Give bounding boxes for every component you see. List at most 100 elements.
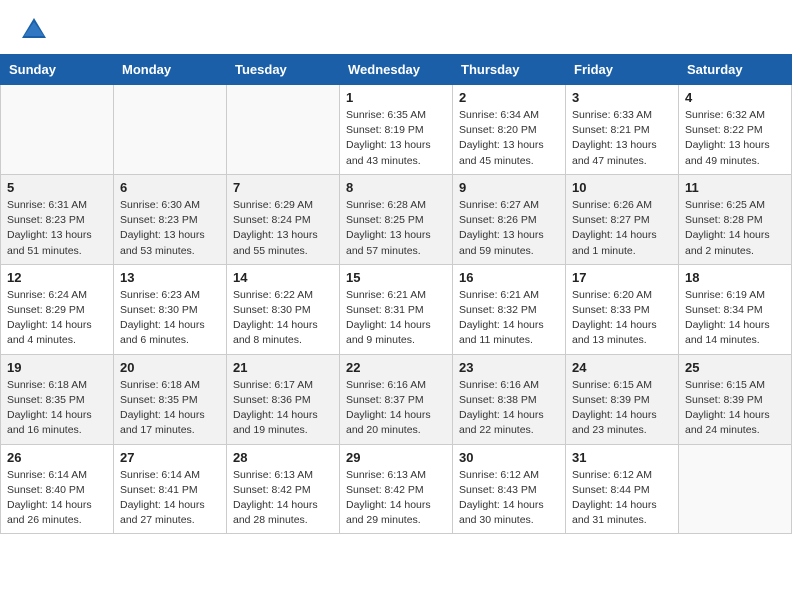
table-row: 15 Sunrise: 6:21 AM Sunset: 8:31 PM Dayli… xyxy=(340,264,453,354)
day-number: 17 xyxy=(572,270,672,285)
day-info: Sunrise: 6:14 AM Sunset: 8:40 PM Dayligh… xyxy=(7,468,107,529)
day-number: 11 xyxy=(685,180,785,195)
day-info: Sunrise: 6:35 AM Sunset: 8:19 PM Dayligh… xyxy=(346,108,446,169)
day-number: 6 xyxy=(120,180,220,195)
table-row xyxy=(227,85,340,175)
table-row: 18 Sunrise: 6:19 AM Sunset: 8:34 PM Dayli… xyxy=(679,264,792,354)
table-row: 29Sunrise: 6:13 AM Sunset: 8:42 PM Dayli… xyxy=(340,444,453,534)
day-number: 24 xyxy=(572,360,672,375)
day-number: 8 xyxy=(346,180,446,195)
table-row: 12 Sunrise: 6:24 AM Sunset: 8:29 PM Dayli… xyxy=(1,264,114,354)
day-info: Sunrise: 6:29 AM Sunset: 8:24 PM Dayligh… xyxy=(233,198,333,259)
table-row xyxy=(114,85,227,175)
day-number: 20 xyxy=(120,360,220,375)
col-header-tuesday: Tuesday xyxy=(227,55,340,85)
day-number: 25 xyxy=(685,360,785,375)
day-info: Sunrise: 6:24 AM Sunset: 8:29 PM Dayligh… xyxy=(7,288,107,349)
day-info: Sunrise: 6:18 AM Sunset: 8:35 PM Dayligh… xyxy=(7,378,107,439)
day-info: Sunrise: 6:20 AM Sunset: 8:33 PM Dayligh… xyxy=(572,288,672,349)
day-info: Sunrise: 6:18 AM Sunset: 8:35 PM Dayligh… xyxy=(120,378,220,439)
calendar-week-row: 5 Sunrise: 6:31 AM Sunset: 8:23 PM Daylig… xyxy=(1,174,792,264)
table-row xyxy=(1,85,114,175)
day-number: 4 xyxy=(685,90,785,105)
day-number: 26 xyxy=(7,450,107,465)
table-row: 9 Sunrise: 6:27 AM Sunset: 8:26 PM Daylig… xyxy=(453,174,566,264)
day-info: Sunrise: 6:17 AM Sunset: 8:36 PM Dayligh… xyxy=(233,378,333,439)
day-info: Sunrise: 6:32 AM Sunset: 8:22 PM Dayligh… xyxy=(685,108,785,169)
page-header xyxy=(0,0,792,54)
day-info: Sunrise: 6:28 AM Sunset: 8:25 PM Dayligh… xyxy=(346,198,446,259)
day-number: 28 xyxy=(233,450,333,465)
day-number: 22 xyxy=(346,360,446,375)
day-info: Sunrise: 6:19 AM Sunset: 8:34 PM Dayligh… xyxy=(685,288,785,349)
calendar-week-row: 12 Sunrise: 6:24 AM Sunset: 8:29 PM Dayli… xyxy=(1,264,792,354)
day-info: Sunrise: 6:30 AM Sunset: 8:23 PM Dayligh… xyxy=(120,198,220,259)
table-row xyxy=(679,444,792,534)
day-number: 30 xyxy=(459,450,559,465)
logo xyxy=(20,16,52,44)
col-header-friday: Friday xyxy=(566,55,679,85)
day-info: Sunrise: 6:26 AM Sunset: 8:27 PM Dayligh… xyxy=(572,198,672,259)
day-number: 2 xyxy=(459,90,559,105)
table-row: 8 Sunrise: 6:28 AM Sunset: 8:25 PM Daylig… xyxy=(340,174,453,264)
day-number: 18 xyxy=(685,270,785,285)
day-info: Sunrise: 6:22 AM Sunset: 8:30 PM Dayligh… xyxy=(233,288,333,349)
col-header-monday: Monday xyxy=(114,55,227,85)
day-number: 19 xyxy=(7,360,107,375)
table-row: 19 Sunrise: 6:18 AM Sunset: 8:35 PM Dayli… xyxy=(1,354,114,444)
day-number: 7 xyxy=(233,180,333,195)
day-info: Sunrise: 6:33 AM Sunset: 8:21 PM Dayligh… xyxy=(572,108,672,169)
day-number: 23 xyxy=(459,360,559,375)
table-row: 7 Sunrise: 6:29 AM Sunset: 8:24 PM Daylig… xyxy=(227,174,340,264)
table-row: 25 Sunrise: 6:15 AM Sunset: 8:39 PM Dayli… xyxy=(679,354,792,444)
col-header-saturday: Saturday xyxy=(679,55,792,85)
day-info: Sunrise: 6:15 AM Sunset: 8:39 PM Dayligh… xyxy=(572,378,672,439)
calendar-week-row: 1Sunrise: 6:35 AM Sunset: 8:19 PM Daylig… xyxy=(1,85,792,175)
table-row: 21Sunrise: 6:17 AM Sunset: 8:36 PM Dayli… xyxy=(227,354,340,444)
table-row: 28Sunrise: 6:13 AM Sunset: 8:42 PM Dayli… xyxy=(227,444,340,534)
day-number: 9 xyxy=(459,180,559,195)
day-info: Sunrise: 6:21 AM Sunset: 8:32 PM Dayligh… xyxy=(459,288,559,349)
col-header-sunday: Sunday xyxy=(1,55,114,85)
table-row: 17 Sunrise: 6:20 AM Sunset: 8:33 PM Dayli… xyxy=(566,264,679,354)
day-info: Sunrise: 6:12 AM Sunset: 8:44 PM Dayligh… xyxy=(572,468,672,529)
table-row: 22Sunrise: 6:16 AM Sunset: 8:37 PM Dayli… xyxy=(340,354,453,444)
day-number: 5 xyxy=(7,180,107,195)
table-row: 4 Sunrise: 6:32 AM Sunset: 8:22 PM Daylig… xyxy=(679,85,792,175)
day-info: Sunrise: 6:14 AM Sunset: 8:41 PM Dayligh… xyxy=(120,468,220,529)
day-number: 27 xyxy=(120,450,220,465)
calendar-week-row: 19 Sunrise: 6:18 AM Sunset: 8:35 PM Dayli… xyxy=(1,354,792,444)
col-header-wednesday: Wednesday xyxy=(340,55,453,85)
table-row: 2 Sunrise: 6:34 AM Sunset: 8:20 PM Daylig… xyxy=(453,85,566,175)
table-row: 14 Sunrise: 6:22 AM Sunset: 8:30 PM Dayli… xyxy=(227,264,340,354)
day-info: Sunrise: 6:27 AM Sunset: 8:26 PM Dayligh… xyxy=(459,198,559,259)
table-row: 20 Sunrise: 6:18 AM Sunset: 8:35 PM Dayli… xyxy=(114,354,227,444)
table-row: 23 Sunrise: 6:16 AM Sunset: 8:38 PM Dayli… xyxy=(453,354,566,444)
table-row: 6 Sunrise: 6:30 AM Sunset: 8:23 PM Daylig… xyxy=(114,174,227,264)
day-number: 12 xyxy=(7,270,107,285)
table-row: 5 Sunrise: 6:31 AM Sunset: 8:23 PM Daylig… xyxy=(1,174,114,264)
day-info: Sunrise: 6:31 AM Sunset: 8:23 PM Dayligh… xyxy=(7,198,107,259)
day-info: Sunrise: 6:23 AM Sunset: 8:30 PM Dayligh… xyxy=(120,288,220,349)
table-row: 16 Sunrise: 6:21 AM Sunset: 8:32 PM Dayli… xyxy=(453,264,566,354)
table-row: 27 Sunrise: 6:14 AM Sunset: 8:41 PM Dayli… xyxy=(114,444,227,534)
day-info: Sunrise: 6:15 AM Sunset: 8:39 PM Dayligh… xyxy=(685,378,785,439)
day-number: 15 xyxy=(346,270,446,285)
day-number: 16 xyxy=(459,270,559,285)
day-info: Sunrise: 6:21 AM Sunset: 8:31 PM Dayligh… xyxy=(346,288,446,349)
table-row: 24 Sunrise: 6:15 AM Sunset: 8:39 PM Dayli… xyxy=(566,354,679,444)
calendar-week-row: 26 Sunrise: 6:14 AM Sunset: 8:40 PM Dayli… xyxy=(1,444,792,534)
day-info: Sunrise: 6:34 AM Sunset: 8:20 PM Dayligh… xyxy=(459,108,559,169)
table-row: 13Sunrise: 6:23 AM Sunset: 8:30 PM Dayli… xyxy=(114,264,227,354)
table-row: 1Sunrise: 6:35 AM Sunset: 8:19 PM Daylig… xyxy=(340,85,453,175)
calendar-header-row: SundayMondayTuesdayWednesdayThursdayFrid… xyxy=(1,55,792,85)
day-info: Sunrise: 6:16 AM Sunset: 8:38 PM Dayligh… xyxy=(459,378,559,439)
table-row: 3 Sunrise: 6:33 AM Sunset: 8:21 PM Daylig… xyxy=(566,85,679,175)
logo-icon xyxy=(20,16,48,44)
day-info: Sunrise: 6:13 AM Sunset: 8:42 PM Dayligh… xyxy=(346,468,446,529)
table-row: 30 Sunrise: 6:12 AM Sunset: 8:43 PM Dayli… xyxy=(453,444,566,534)
day-info: Sunrise: 6:12 AM Sunset: 8:43 PM Dayligh… xyxy=(459,468,559,529)
day-number: 14 xyxy=(233,270,333,285)
day-number: 3 xyxy=(572,90,672,105)
day-number: 31 xyxy=(572,450,672,465)
